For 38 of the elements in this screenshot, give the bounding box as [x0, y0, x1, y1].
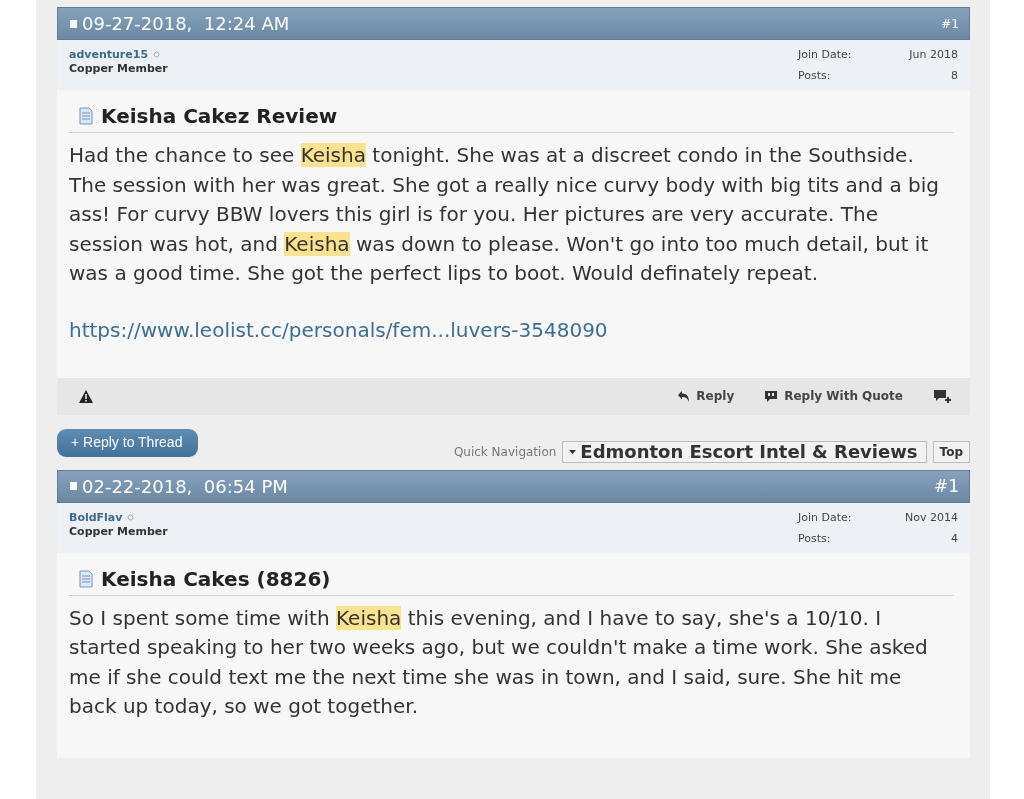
post-date: 09-27-2018, 12:24 AM — [82, 13, 290, 34]
post-number[interactable]: #1 — [933, 476, 959, 496]
post-body: Had the chance to see Keisha tonight. She was at a discreet condo in the Southside. The session with her was great. She got a really nice curvy body with big tits and a big ass! For curvy BBW lovers this girl is for you. Her pictures are very accurate. The session was hot, and Keisha was down to please. Won't go into too much detail, but it was a good time. She got the perfect lips to boot. Would definately repeat. — [69, 142, 940, 287]
post-number[interactable]: #1 — [941, 16, 959, 31]
warning-icon[interactable] — [79, 389, 93, 403]
offline-status-icon — [153, 51, 161, 58]
top-button[interactable]: Top — [932, 440, 970, 463]
dropdown-caret-icon — [569, 449, 577, 454]
post-title: Keisha Cakes (8826) — [101, 566, 331, 591]
reply-link[interactable]: Reply — [677, 389, 735, 403]
user-title: Copper Member — [69, 524, 168, 538]
post-date: 02-22-2018, 06:54 PM — [82, 475, 288, 497]
post-body: So I spent some time with Keisha this evening, and I have to say, she's a 10/10. I started speaking to her two weeks ago, but we couldn't make a time work. She asked me if she could text me the next time she was in town, and I said, sure. She hit me back up today, so we got together. — [69, 604, 929, 720]
join-date-label: Join Date: — [798, 510, 853, 526]
user-title: Copper Member — [69, 62, 168, 75]
post-icon — [79, 107, 93, 125]
post-count: 4 — [950, 531, 958, 547]
posts-label: Posts: — [798, 531, 832, 547]
post-link[interactable]: https://www.leolist.cc/personals/fem...luvers-3548090 — [69, 317, 608, 342]
reply-arrow-icon — [677, 389, 691, 403]
join-date-label: Join Date: — [798, 48, 853, 63]
reply-to-thread-button[interactable]: + Reply to Thread — [57, 428, 199, 457]
post-status-icon — [70, 481, 78, 491]
username-link[interactable]: adventure15 — [69, 48, 149, 61]
posts-label: Posts: — [798, 69, 832, 84]
post-count: 8 — [950, 69, 958, 84]
join-date: Nov 2014 — [904, 510, 958, 526]
post-status-icon — [70, 18, 78, 29]
username-link[interactable]: BoldFlav — [69, 510, 123, 524]
quick-navigation-dropdown[interactable]: Edmonton Escort Intel & Reviews — [562, 440, 927, 463]
quick-navigation-label: Quick Navigation — [453, 444, 557, 459]
quote-bubble-icon — [764, 389, 779, 403]
offline-status-icon — [127, 513, 135, 521]
post-title: Keisha Cakez Review — [101, 104, 338, 128]
join-date: Jun 2018 — [907, 48, 958, 63]
reply-with-quote-link[interactable]: Reply With Quote — [764, 389, 903, 403]
post-icon — [79, 569, 93, 588]
multi-quote-icon[interactable] — [933, 388, 952, 404]
